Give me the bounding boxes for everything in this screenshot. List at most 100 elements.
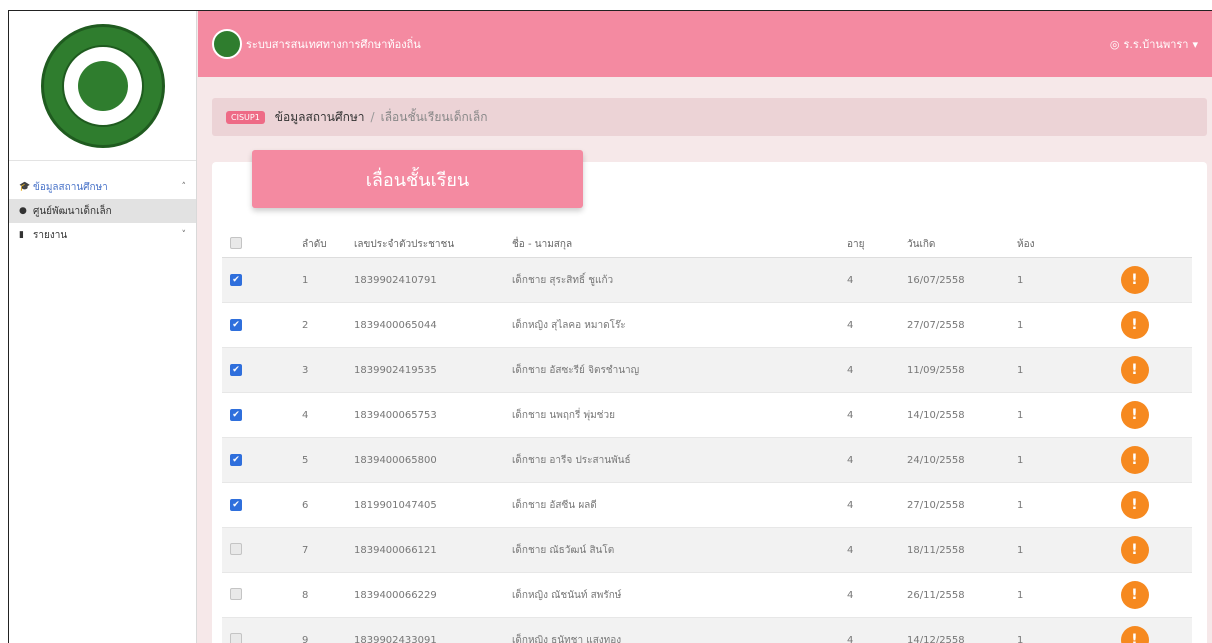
row-checkbox[interactable]: ✔ — [230, 319, 242, 332]
cell-age: 4 — [847, 634, 854, 643]
cell-name: เด็กชาย อัสซะรีย์ จิตรชำนาญ — [512, 364, 640, 376]
table-row: ✔ 3 1839902419535 เด็กชาย อัสซะรีย์ จิตรชำน… — [222, 348, 1192, 393]
circle-icon: ● — [19, 206, 27, 216]
sidebar-item-label: ศูนย์พัฒนาเด็กเล็ก — [33, 205, 112, 217]
cell-age: 4 — [847, 274, 854, 286]
user-menu[interactable]: ◎ ร.ร.บ้านพารา ▾ — [1110, 35, 1198, 53]
main-card: เลื่อนชั้นเรียน ลำดับ เลขประจำตัวประชาชน… — [212, 150, 1207, 643]
breadcrumb: CISUP1 ข้อมูลสถานศึกษา / เลื่อนชั้นเรียน… — [212, 98, 1207, 136]
table-header: ลำดับ เลขประจำตัวประชาชน ชื่อ - นามสกุล … — [222, 232, 1192, 258]
cell-id: 1839400065044 — [354, 319, 437, 331]
header-room: ห้อง — [1017, 239, 1035, 250]
cell-id: 1839400065800 — [354, 454, 437, 466]
cell-age: 4 — [847, 589, 854, 601]
table-body: ✔ 1 1839902410791 เด็กชาย สุระสิทธิ์ ชูแก้ว… — [222, 258, 1192, 643]
table-row: 7 1839400066121 เด็กชาย ณัธวัฒน์ สินโต 4 18/… — [222, 528, 1192, 573]
cell-room: 1 — [1017, 364, 1024, 376]
cell-room: 1 — [1017, 589, 1024, 601]
row-checkbox[interactable] — [230, 632, 242, 643]
info-button[interactable]: ! — [1120, 401, 1149, 429]
cell-room: 1 — [1017, 409, 1024, 421]
cell-id: 1839400066229 — [354, 589, 437, 601]
cell-name: เด็กชาย ณัธวัฒน์ สินโต — [512, 544, 615, 556]
cell-room: 1 — [1017, 544, 1024, 556]
cell-no: 6 — [302, 499, 309, 511]
cell-age: 4 — [847, 544, 854, 556]
sidebar-item-label: รายงาน — [33, 229, 68, 241]
row-checkbox[interactable]: ✔ — [230, 499, 242, 512]
sidebar-item-label: ข้อมูลสถานศึกษา — [33, 181, 108, 193]
cell-name: เด็กชาย นพฤกรี่ พุ่มช่วย — [512, 409, 615, 421]
header-dob: วันเกิด — [907, 239, 936, 250]
cell-name: เด็กหญิง ณัชนันท์ สพรักษ์ — [512, 589, 622, 601]
cell-room: 1 — [1017, 499, 1024, 511]
logo-area — [9, 11, 196, 161]
cell-room: 1 — [1017, 319, 1024, 331]
row-checkbox[interactable]: ✔ — [230, 454, 242, 467]
row-checkbox[interactable]: ✔ — [230, 364, 242, 377]
cell-age: 4 — [847, 409, 854, 421]
table-row: 9 1839902433091 เด็กหญิง ธนัทชา แสงทอง 4 14/… — [222, 618, 1192, 643]
cell-dob: 27/10/2558 — [907, 499, 965, 511]
info-button[interactable]: ! — [1120, 491, 1149, 519]
row-checkbox[interactable]: ✔ — [230, 409, 242, 422]
sidebar-item-school-info[interactable]: 🎓 ข้อมูลสถานศึกษา ˄ — [9, 175, 196, 199]
table-row: ✔ 2 1839400065044 เด็กหญิง สุไลคอ หมาดโร๊ะ 4… — [222, 303, 1192, 348]
cell-dob: 26/11/2558 — [907, 589, 965, 601]
info-button[interactable]: ! — [1120, 626, 1149, 643]
department-logo — [40, 23, 165, 148]
chevron-up-icon: ˄ — [181, 182, 187, 192]
cell-dob: 14/12/2558 — [907, 634, 965, 643]
cell-no: 3 — [302, 364, 309, 376]
cell-id: 1839902410791 — [354, 274, 437, 286]
sidebar-item-child-center[interactable]: ● ศูนย์พัฒนาเด็กเล็ก — [9, 199, 196, 223]
sidebar-menu: 🎓 ข้อมูลสถานศึกษา ˄ ● ศูนย์พัฒนาเด็กเล็ก… — [9, 161, 196, 247]
cell-dob: 16/07/2558 — [907, 274, 965, 286]
header-no: ลำดับ — [302, 239, 327, 250]
cell-id: 1839400066121 — [354, 544, 437, 556]
sidebar: 🎓 ข้อมูลสถานศึกษา ˄ ● ศูนย์พัฒนาเด็กเล็ก… — [9, 11, 197, 643]
row-checkbox[interactable] — [230, 587, 242, 600]
header-age: อายุ — [847, 239, 865, 250]
cell-dob: 14/10/2558 — [907, 409, 965, 421]
info-button[interactable]: ! — [1120, 446, 1149, 474]
table-row: 8 1839400066229 เด็กหญิง ณัชนันท์ สพรักษ์ 4… — [222, 573, 1192, 618]
cell-no: 2 — [302, 319, 309, 331]
info-button[interactable]: ! — [1120, 581, 1149, 609]
cell-name: เด็กชาย อารีจ ประสานพันธ์ — [512, 454, 631, 466]
breadcrumb-separator: / — [370, 110, 375, 124]
cell-age: 4 — [847, 364, 854, 376]
cell-no: 1 — [302, 274, 309, 286]
select-all-checkbox[interactable] — [230, 237, 242, 249]
info-button[interactable]: ! — [1120, 536, 1149, 564]
cell-name: เด็กชาย สุระสิทธิ์ ชูแก้ว — [512, 274, 614, 286]
breadcrumb-item-school-info[interactable]: ข้อมูลสถานศึกษา — [275, 108, 365, 127]
cell-id: 1839902419535 — [354, 364, 437, 376]
info-button[interactable]: ! — [1120, 266, 1149, 294]
row-checkbox[interactable] — [230, 542, 242, 555]
info-button[interactable]: ! — [1120, 311, 1149, 339]
caret-down-icon: ▾ — [1192, 37, 1198, 51]
cell-age: 4 — [847, 319, 854, 331]
cell-dob: 11/09/2558 — [907, 364, 965, 376]
cell-age: 4 — [847, 454, 854, 466]
table-row: ✔ 1 1839902410791 เด็กชาย สุระสิทธิ์ ชูแก้ว… — [222, 258, 1192, 303]
header-id: เลขประจำตัวประชาชน — [354, 239, 455, 250]
cell-id: 1839400065753 — [354, 409, 437, 421]
row-checkbox[interactable]: ✔ — [230, 274, 242, 287]
cell-no: 9 — [302, 634, 309, 643]
cell-name: เด็กชาย อัสซีน ผลดี — [512, 499, 597, 511]
app-logo — [212, 29, 242, 59]
cell-no: 8 — [302, 589, 309, 601]
cell-room: 1 — [1017, 454, 1024, 466]
info-button[interactable]: ! — [1120, 356, 1149, 384]
cell-name: เด็กหญิง ธนัทชา แสงทอง — [512, 634, 622, 643]
cell-dob: 18/11/2558 — [907, 544, 965, 556]
cell-room: 1 — [1017, 274, 1024, 286]
cell-room: 1 — [1017, 634, 1024, 643]
breadcrumb-item-current: เลื่อนชั้นเรียนเด็กเล็ก — [380, 109, 488, 124]
cell-dob: 24/10/2558 — [907, 454, 965, 466]
cell-no: 4 — [302, 409, 309, 421]
sidebar-item-report[interactable]: ▮ รายงาน ˅ — [9, 223, 196, 247]
header-name: ชื่อ - นามสกุล — [512, 239, 573, 250]
